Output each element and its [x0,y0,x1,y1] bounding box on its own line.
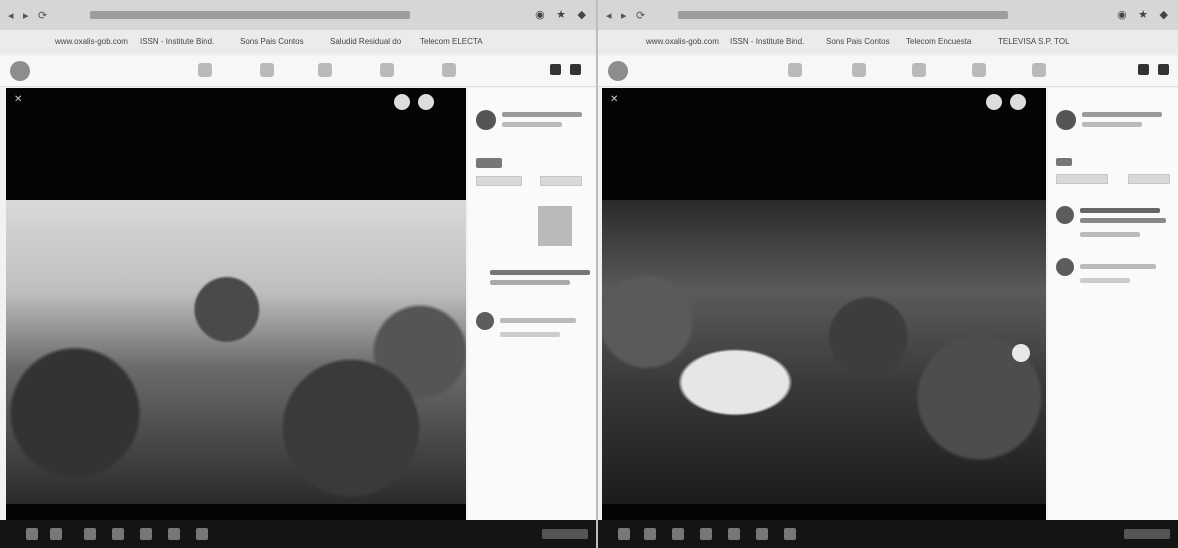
author-name[interactable] [502,112,582,117]
tab-bar: ◂ ▸ ⟳ ◉ ★ ◆ [0,0,596,30]
browser-actions[interactable]: ◉ ★ ◆ [535,8,590,21]
notifications-icon[interactable] [570,64,581,75]
app-icon[interactable] [784,528,796,540]
like-button[interactable] [1056,174,1108,184]
app-icon[interactable] [196,528,208,540]
facebook-topbar [598,56,1178,87]
author-name[interactable] [1082,112,1162,117]
comment-text [1080,264,1156,269]
groups-icon[interactable] [380,63,394,77]
zoom-icon[interactable] [986,94,1002,110]
app-icon[interactable] [140,528,152,540]
commenter-avatar[interactable] [1056,258,1074,276]
facebook-logo-icon[interactable] [10,61,30,81]
author-avatar[interactable] [476,110,496,130]
comment-actions[interactable] [500,332,560,337]
like-button[interactable] [476,176,522,186]
start-icon[interactable] [26,528,38,540]
system-tray[interactable] [1124,529,1170,539]
browser-icon[interactable] [84,528,96,540]
share-button[interactable] [1128,174,1170,184]
event-photo [602,200,1046,504]
explorer-icon[interactable] [700,528,712,540]
photo-viewer: ✕ [6,88,466,520]
post-sidebar [1048,88,1178,520]
commenter-avatar[interactable] [1056,206,1074,224]
comment-text [500,318,576,323]
notifications-icon[interactable] [1158,64,1169,75]
comment-snippet [490,270,590,275]
groups-icon[interactable] [972,63,986,77]
app-icon[interactable] [168,528,180,540]
bookmark-item[interactable]: TELEVISA S.P. TOL [998,37,1070,46]
facebook-topbar [0,56,596,87]
browser-icon[interactable] [672,528,684,540]
post-reactions[interactable] [1056,158,1072,166]
fullscreen-icon[interactable] [1010,94,1026,110]
search-icon[interactable] [644,528,656,540]
bookmarks-bar: www.oxalis-gob.com ISSN - Institute Bind… [0,30,596,54]
left-browser-window: ◂ ▸ ⟳ ◉ ★ ◆ www.oxalis-gob.com ISSN - In… [0,0,596,548]
bookmark-item[interactable]: Sons Pais Contos [826,37,890,46]
facebook-logo-icon[interactable] [608,61,628,81]
app-icon[interactable] [728,528,740,540]
search-icon[interactable] [50,528,62,540]
commenter-avatar[interactable] [476,312,494,330]
bookmark-item[interactable]: www.oxalis-gob.com [646,37,719,46]
windows-taskbar [0,520,596,548]
app-icon[interactable] [756,528,768,540]
fullscreen-icon[interactable] [418,94,434,110]
post-timestamp[interactable] [1082,122,1142,127]
right-browser-window: ◂ ▸ ⟳ ◉ ★ ◆ www.oxalis-gob.com ISSN - In… [598,0,1178,548]
bookmark-item[interactable]: Telecom Encuesta [906,37,971,46]
start-icon[interactable] [618,528,630,540]
post-reactions[interactable] [476,158,502,168]
home-icon[interactable] [788,63,802,77]
photo-viewer: ✕ [602,88,1046,520]
windows-taskbar [598,520,1178,548]
explorer-icon[interactable] [112,528,124,540]
bookmark-item[interactable]: www.oxalis-gob.com [55,37,128,46]
bookmark-item[interactable]: Telecom ELECTA [420,37,483,46]
marketplace-icon[interactable] [318,63,332,77]
close-icon[interactable]: ✕ [610,94,618,105]
system-tray[interactable] [542,529,588,539]
post-sidebar [468,88,596,520]
comment-actions[interactable] [1080,232,1140,237]
browser-actions[interactable]: ◉ ★ ◆ [1117,8,1172,21]
comment-text [1080,208,1160,213]
active-tab[interactable] [90,11,410,19]
gaming-icon[interactable] [442,63,456,77]
messenger-icon[interactable] [1138,64,1149,75]
watch-icon[interactable] [260,63,274,77]
tab-bar: ◂ ▸ ⟳ ◉ ★ ◆ [598,0,1178,30]
bookmark-item[interactable]: ISSN - Institute Bind. [730,37,804,46]
messenger-icon[interactable] [550,64,561,75]
comment-text [1080,218,1166,223]
nav-buttons[interactable]: ◂ ▸ ⟳ [8,9,50,22]
watch-icon[interactable] [852,63,866,77]
bookmark-item[interactable]: ISSN - Institute Bind. [140,37,214,46]
close-icon[interactable]: ✕ [14,94,22,105]
bookmarks-bar: www.oxalis-gob.com ISSN - Institute Bind… [598,30,1178,54]
bookmark-item[interactable]: Sons Pais Contos [240,37,304,46]
gaming-icon[interactable] [1032,63,1046,77]
comment-snippet [490,280,570,285]
nav-buttons[interactable]: ◂ ▸ ⟳ [606,9,648,22]
zoom-icon[interactable] [394,94,410,110]
post-timestamp[interactable] [502,122,562,127]
home-icon[interactable] [198,63,212,77]
next-arrow-icon[interactable] [1012,344,1030,362]
document-icon [538,206,572,246]
event-photo [6,200,466,504]
active-tab[interactable] [678,11,1008,19]
marketplace-icon[interactable] [912,63,926,77]
comment-actions[interactable] [1080,278,1130,283]
author-avatar[interactable] [1056,110,1076,130]
bookmark-item[interactable]: Saludid Residual do [330,37,401,46]
share-button[interactable] [540,176,582,186]
